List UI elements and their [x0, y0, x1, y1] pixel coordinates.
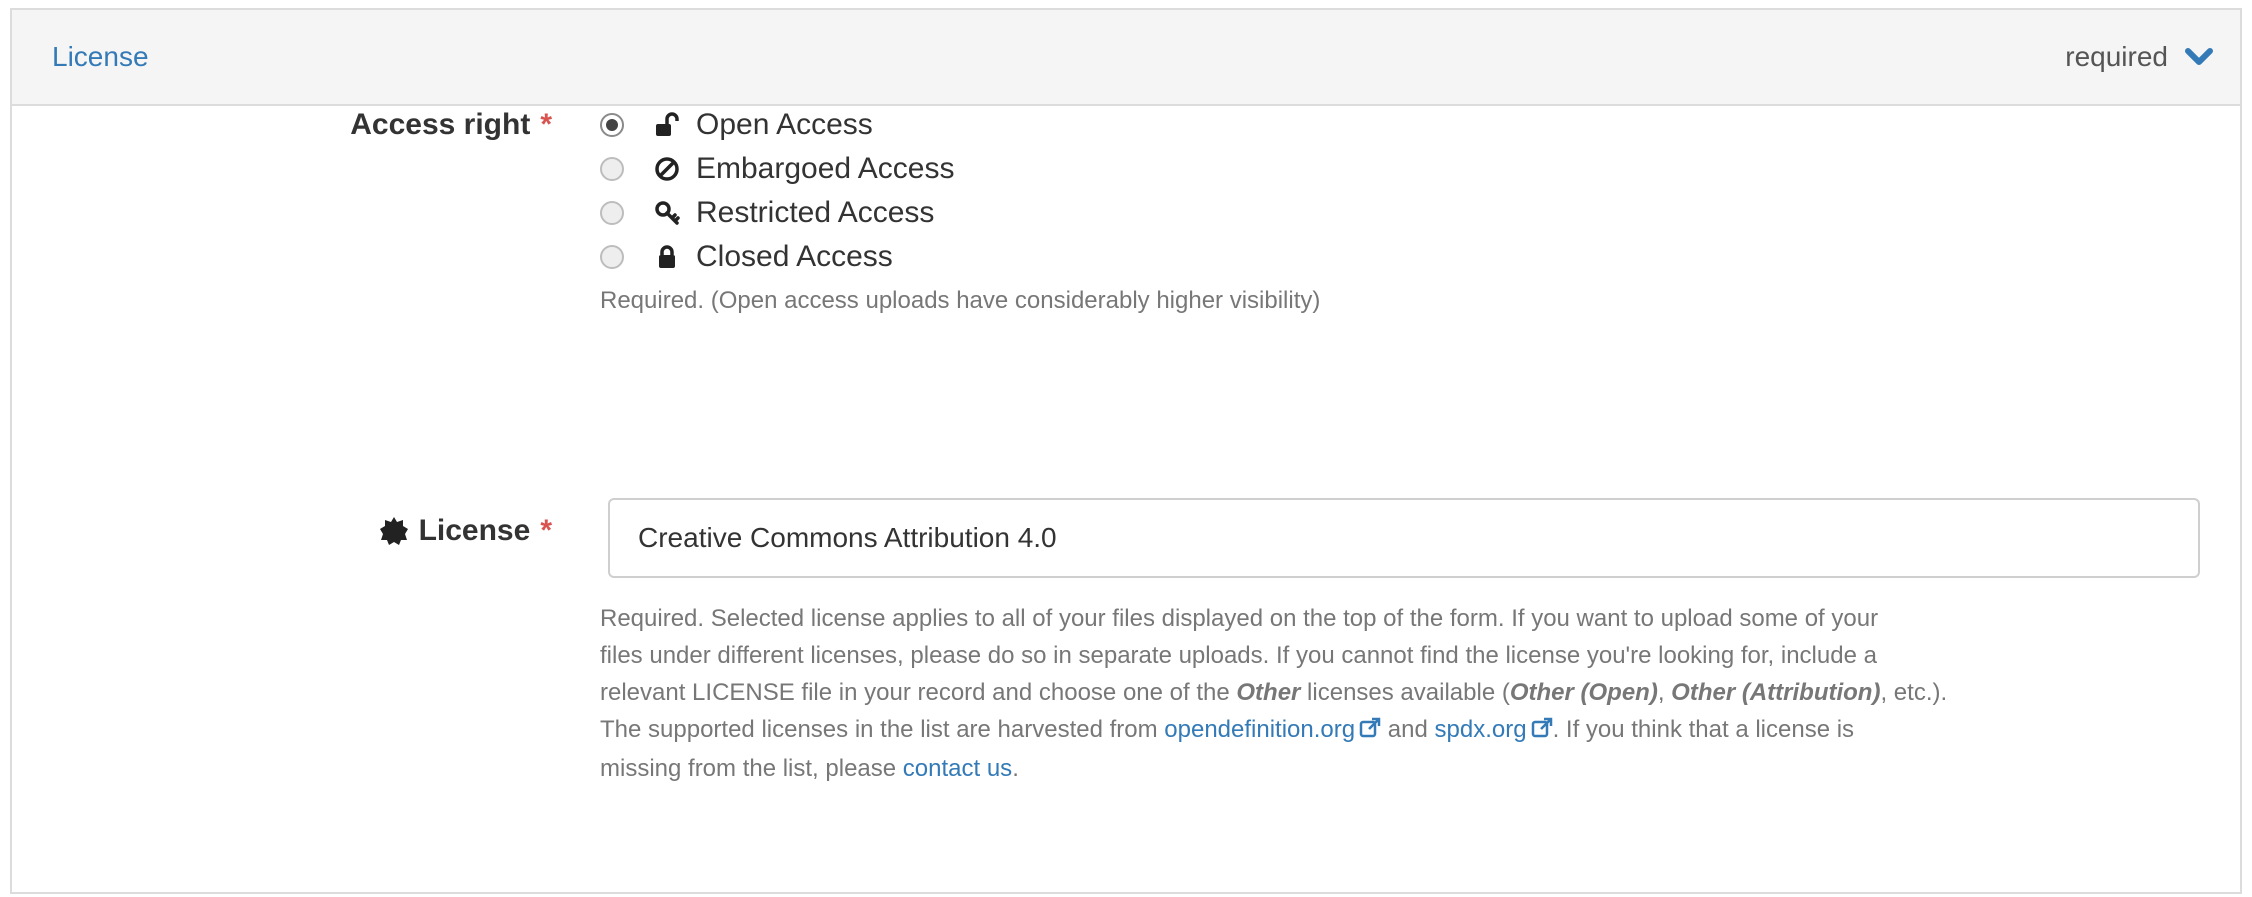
ban-icon: [652, 154, 682, 184]
emphasis-other-attribution: Other (Attribution): [1671, 679, 1881, 706]
radio-button[interactable]: [600, 201, 624, 225]
option-label: Embargoed Access: [696, 152, 955, 185]
radio-button-checked[interactable]: [600, 113, 624, 137]
option-label: Closed Access: [696, 240, 893, 273]
radio-restricted-access[interactable]: Restricted Access: [600, 191, 934, 235]
radio-embargoed-access[interactable]: Embargoed Access: [600, 147, 954, 191]
option-label: Open Access: [696, 108, 873, 141]
license-help: Required. Selected license applies to al…: [600, 600, 2240, 787]
license-label-text: License: [418, 514, 531, 547]
key-icon: [652, 198, 682, 228]
license-input[interactable]: [608, 498, 2200, 578]
emphasis-other: Other: [1236, 679, 1301, 706]
panel-header[interactable]: License required: [12, 10, 2240, 106]
required-indicator: required: [2065, 41, 2168, 72]
lock-icon: [652, 242, 682, 272]
license-help-line: relevant LICENSE file in your record and…: [600, 679, 1948, 706]
opendefinition-link[interactable]: opendefinition.org: [1164, 716, 1355, 743]
required-star: *: [540, 514, 552, 547]
license-label: License *: [379, 514, 552, 548]
radio-button[interactable]: [600, 157, 624, 181]
external-link-icon[interactable]: [1359, 713, 1381, 750]
panel-header-right[interactable]: required: [2065, 40, 2216, 74]
panel-title[interactable]: License: [52, 41, 149, 73]
contact-us-link[interactable]: contact us: [903, 755, 1012, 782]
unlock-icon: [652, 110, 682, 140]
access-right-label-text: Access right: [350, 108, 531, 141]
required-star: *: [540, 108, 552, 141]
access-right-label: Access right *: [350, 108, 552, 142]
certificate-icon: [379, 516, 409, 546]
chevron-down-icon[interactable]: [2182, 40, 2216, 74]
access-right-help: Required. (Open access uploads have cons…: [600, 287, 1321, 314]
emphasis-other-open: Other (Open): [1509, 679, 1658, 706]
radio-open-access[interactable]: Open Access: [600, 103, 873, 147]
license-help-line: missing from the list, please contact us…: [600, 755, 1019, 782]
license-help-line: The supported licenses in the list are h…: [600, 711, 2240, 750]
license-help-line: files under different licenses, please d…: [600, 642, 1877, 669]
radio-button[interactable]: [600, 245, 624, 269]
spdx-link[interactable]: spdx.org: [1435, 716, 1527, 743]
option-label: Restricted Access: [696, 196, 935, 229]
external-link-icon[interactable]: [1531, 713, 1553, 750]
license-help-line: Required. Selected license applies to al…: [600, 605, 1879, 632]
radio-closed-access[interactable]: Closed Access: [600, 235, 893, 279]
